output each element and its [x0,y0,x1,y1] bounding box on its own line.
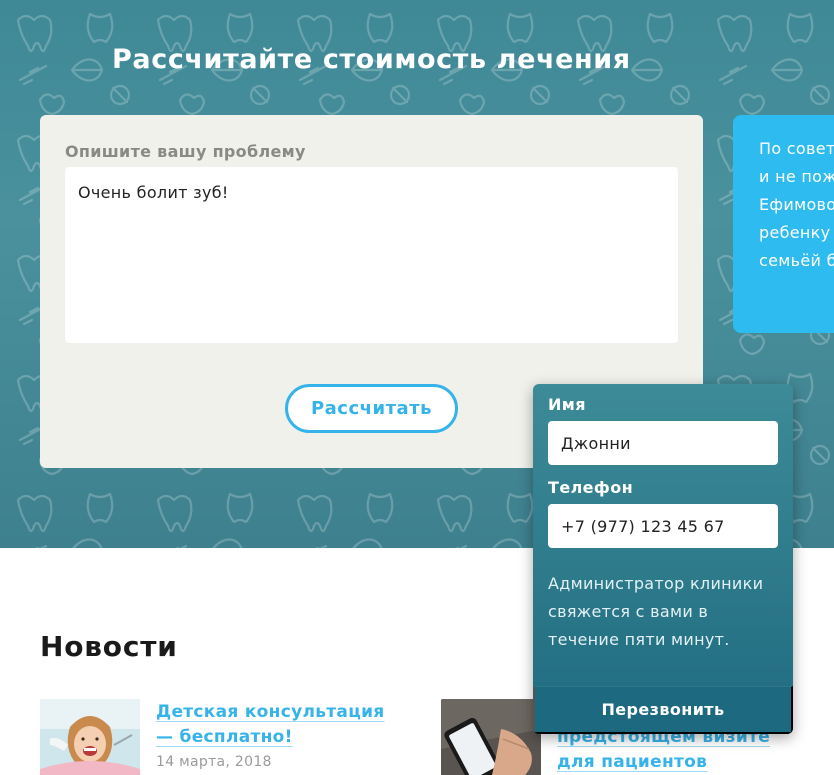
news-item-date: 14 марта, 2018 [156,754,272,770]
callback-button[interactable]: Перезвонить [533,686,793,734]
calculate-button[interactable]: Рассчитать [285,384,458,433]
advice-line: ребенку [759,223,831,242]
news-item-title-link[interactable]: Детская консультация — бесплатно! [156,700,396,750]
news-item: Детская консультация — бесплатно! 14 мар… [40,699,400,775]
advice-line: и не пож [759,167,834,186]
advice-line: семьёй б [759,251,834,270]
advice-card: По совет и не пож Ефимово ребенку семьёй… [733,115,834,333]
advice-line: По совет [759,139,834,158]
page-title: Рассчитайте стоимость лечения [112,44,631,75]
name-label: Имя [548,395,586,414]
problem-textarea[interactable]: Очень болит зуб! [65,167,678,343]
callback-note: Администратор клиники свяжется с вами в … [548,574,764,649]
news-section-title: Новости [40,630,178,663]
news-thumbnail-child-dentist[interactable] [40,699,140,775]
advice-line: Ефимово [759,195,834,214]
child-dentist-image [40,699,140,775]
news-thumbnail-phone[interactable] [441,699,541,775]
advice-text: По совет и не пож Ефимово ребенку семьёй… [759,135,834,275]
phone-input[interactable]: +7 (977) 123 45 67 [548,504,778,548]
problem-label: Опишите вашу проблему [65,142,306,161]
name-input[interactable]: Джонни [548,421,778,465]
callback-form-panel: Имя Джонни Телефон +7 (977) 123 45 67 Ад… [533,384,793,734]
phone-image [441,699,541,775]
phone-label: Телефон [548,478,634,497]
